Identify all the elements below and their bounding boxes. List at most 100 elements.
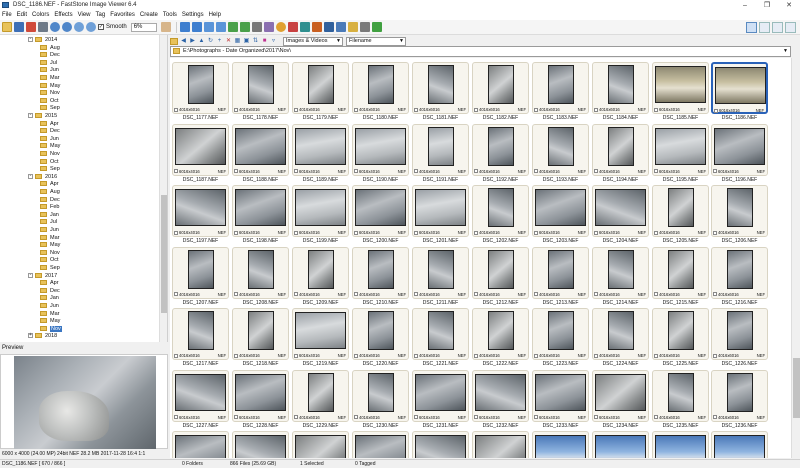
thumbnail-item[interactable]: 6016x4016 NEF DSC_1233.NEF — [532, 369, 589, 430]
thumbnail-item[interactable]: 4016x6016 NEF DSC_1207.NEF — [172, 246, 229, 307]
help-icon[interactable] — [371, 22, 382, 32]
thumbnail-item[interactable]: 4016x6016 NEF DSC_1192.NEF — [472, 123, 529, 184]
thumbnail-item[interactable]: 6016x4016 NEF DSC_1231.NEF — [412, 369, 469, 430]
tag-checkbox[interactable] — [534, 107, 538, 112]
thumbnail-item[interactable]: 4016x6016 NEF DSC_1236.NEF — [711, 369, 768, 430]
tag-checkbox[interactable] — [534, 169, 538, 174]
thumbnail-size-icon[interactable]: ▣ — [243, 38, 250, 45]
thumbnail-item[interactable]: 4016x6016 NEF DSC_1224.NEF — [592, 308, 649, 368]
thumbnail-item[interactable]: 6016x4016 NEF DSC_1228.NEF — [232, 369, 289, 430]
delete-icon[interactable]: ✕ — [225, 38, 232, 45]
smooth-checkbox[interactable]: ✓ — [98, 24, 104, 30]
menu-edit[interactable]: Edit — [17, 12, 27, 18]
tag-checkbox[interactable] — [234, 415, 238, 420]
tag-checkbox[interactable] — [594, 415, 598, 420]
thumbnail-item[interactable] — [532, 431, 589, 458]
thumbnail-item[interactable]: 4016x6016 NEF DSC_1211.NEF — [412, 246, 469, 307]
tag-checkbox[interactable] — [234, 107, 238, 112]
zoom-out-icon[interactable] — [62, 22, 72, 32]
filter-icon[interactable]: ▿ — [270, 38, 277, 45]
zoom-in-icon[interactable] — [50, 22, 60, 32]
tag-checkbox[interactable] — [174, 415, 178, 420]
open-folder-icon[interactable] — [2, 22, 12, 32]
tag-checkbox[interactable] — [414, 230, 418, 235]
thumbnail-item[interactable]: 4016x6016 NEF DSC_1215.NEF — [652, 246, 709, 307]
next-icon[interactable] — [191, 22, 202, 32]
thumbnail-item[interactable]: 4016x6016 NEF DSC_1235.NEF — [652, 369, 709, 430]
menu-tools[interactable]: Tools — [163, 12, 177, 18]
tag-checkbox[interactable] — [414, 353, 418, 358]
tag-checkbox[interactable] — [713, 415, 717, 420]
tag-checkbox[interactable] — [534, 353, 538, 358]
thumbnail-item[interactable]: 4016x6016 NEF DSC_1180.NEF — [352, 62, 409, 122]
tag-checkbox[interactable] — [294, 353, 298, 358]
tag-checkbox[interactable] — [354, 230, 358, 235]
thumbnail-item[interactable]: 6016x4016 NEF DSC_1234.NEF — [592, 369, 649, 430]
thumbnail-item[interactable]: 6016x4016 NEF DSC_1187.NEF — [172, 123, 229, 184]
first-icon[interactable] — [203, 22, 214, 32]
email-icon[interactable] — [347, 22, 358, 32]
previous-icon[interactable] — [179, 22, 190, 32]
tag-checkbox[interactable] — [294, 292, 298, 297]
tag-checkbox[interactable] — [474, 230, 478, 235]
up-folder-icon[interactable]: ▲ — [198, 38, 205, 45]
menu-view[interactable]: View — [78, 12, 91, 18]
tag-checkbox[interactable] — [354, 169, 358, 174]
thumbnail-item[interactable] — [652, 431, 709, 458]
thumbnail-item[interactable]: 4016x6016 NEF DSC_1222.NEF — [472, 308, 529, 368]
refresh-icon[interactable]: ↻ — [207, 38, 214, 45]
thumbnail-item[interactable]: 6016x4016 NEF DSC_1195.NEF — [652, 123, 709, 184]
save-as-icon[interactable] — [26, 22, 36, 32]
print-icon[interactable] — [38, 22, 48, 32]
settings-icon[interactable] — [359, 22, 370, 32]
tag-checkbox[interactable] — [594, 107, 598, 112]
collapse-icon[interactable]: - — [28, 173, 33, 179]
thumbnail-item[interactable]: 4016x6016 NEF DSC_1184.NEF — [592, 62, 649, 122]
thumbnail-item[interactable]: 4016x6016 NEF DSC_1230.NEF — [352, 369, 409, 430]
sort-dropdown[interactable]: Filename ▼ — [346, 37, 406, 46]
thumbnail-item[interactable] — [352, 431, 409, 458]
folder-tree[interactable]: -2014 Aug Dec Jul Jun Mar May Nov Oct Sep -2015 Apr… — [0, 35, 168, 342]
clone-icon[interactable] — [299, 22, 310, 32]
tag-checkbox[interactable] — [174, 353, 178, 358]
thumbnail-item[interactable]: 4016x6016 NEF DSC_1194.NEF — [592, 123, 649, 184]
zoom-dropdown[interactable]: 6% — [130, 22, 157, 32]
thumbnail-grid[interactable]: 4016x6016 NEF DSC_1177.NEF 4016x6016 NEF DSC_… — [170, 58, 791, 458]
thumbnail-item[interactable]: 6016x4016 NEF DSC_1189.NEF — [292, 123, 349, 184]
rotate-right-icon[interactable] — [239, 22, 250, 32]
thumbnail-item[interactable]: 4016x6016 NEF DSC_1193.NEF — [532, 123, 589, 184]
tag-checkbox[interactable] — [713, 292, 717, 297]
menu-colors[interactable]: Colors — [32, 12, 49, 18]
thumbnail-item[interactable]: 4016x6016 NEF DSC_1223.NEF — [532, 308, 589, 368]
adjust-colors-icon[interactable] — [275, 22, 286, 32]
crop-icon[interactable] — [251, 22, 262, 32]
menu-tag[interactable]: Tag — [96, 12, 106, 18]
tag-checkbox[interactable] — [234, 292, 238, 297]
minimize-button[interactable]: – — [734, 0, 756, 10]
thumbnail-item[interactable]: 6016x4016 NEF DSC_1201.NEF — [412, 185, 469, 245]
thumbnail-item[interactable]: 4016x6016 NEF DSC_1177.NEF — [172, 62, 229, 122]
tree-scrollbar[interactable] — [159, 35, 167, 342]
tag-checkbox[interactable] — [713, 353, 717, 358]
tag-checkbox[interactable] — [654, 169, 658, 174]
red-eye-icon[interactable] — [287, 22, 298, 32]
view-list-icon[interactable] — [772, 21, 783, 33]
thumbnail-item[interactable] — [592, 431, 649, 458]
thumbnail-item[interactable]: 4016x6016 NEF DSC_1225.NEF — [652, 308, 709, 368]
slideshow-icon[interactable] — [323, 22, 334, 32]
thumbnail-item[interactable]: 4016x6016 NEF DSC_1179.NEF — [292, 62, 349, 122]
tree-year-folder[interactable]: +2018 — [28, 332, 57, 340]
menu-settings[interactable]: Settings — [182, 12, 204, 18]
collapse-icon[interactable]: - — [28, 37, 33, 43]
thumbnail-item[interactable]: 4016x6016 NEF DSC_1202.NEF — [472, 185, 529, 245]
thumbnail-item[interactable]: 6016x4016 NEF DSC_1227.NEF — [172, 369, 229, 430]
menu-effects[interactable]: Effects — [54, 12, 72, 18]
thumbnail-item[interactable]: 4016x6016 NEF DSC_1210.NEF — [352, 246, 409, 307]
tag-checkbox[interactable] — [654, 415, 658, 420]
view-fullscreen-icon[interactable] — [785, 21, 796, 33]
tag-checkbox[interactable] — [654, 230, 658, 235]
thumbnail-item[interactable]: 4016x6016 NEF DSC_1216.NEF — [711, 246, 768, 307]
tag-checkbox[interactable] — [474, 353, 478, 358]
thumbnail-item[interactable]: 4016x6016 NEF DSC_1182.NEF — [472, 62, 529, 122]
chevron-down-icon[interactable]: ▼ — [783, 47, 788, 56]
